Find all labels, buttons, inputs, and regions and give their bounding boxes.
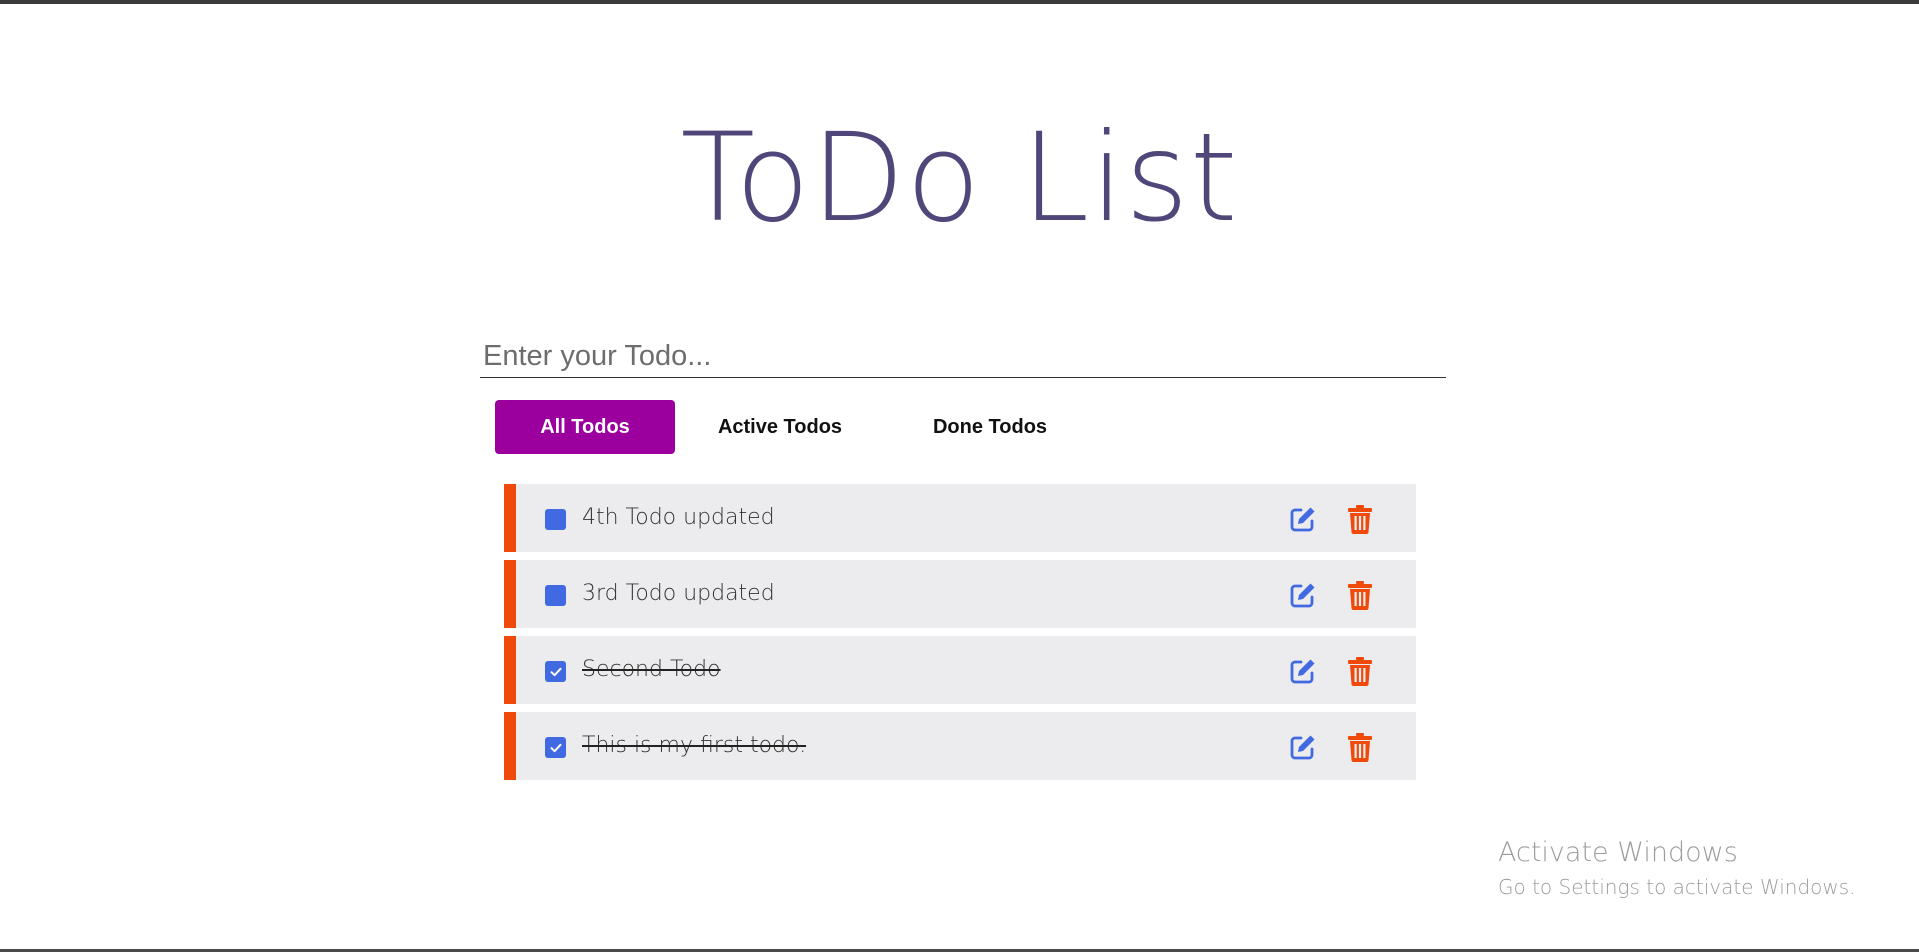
todo-text: 4th Todo updated	[582, 505, 775, 530]
edit-icon	[1290, 735, 1315, 760]
todo-checkbox[interactable]	[545, 737, 566, 758]
watermark-subtitle: Go to Settings to activate Windows.	[1498, 875, 1856, 899]
todo-text: 3rd Todo updated	[582, 581, 775, 606]
todo-text: Second Todo	[582, 657, 721, 682]
todo-accent-bar	[504, 484, 516, 552]
todo-item: Second Todo	[504, 636, 1416, 704]
todo-item: This is my first todo.	[504, 712, 1416, 780]
todo-accent-bar	[504, 560, 516, 628]
edit-icon	[1290, 507, 1315, 532]
todo-checkbox[interactable]	[545, 509, 566, 530]
tab-all-todos[interactable]: All Todos	[495, 400, 675, 454]
delete-button[interactable]	[1347, 580, 1373, 610]
delete-button[interactable]	[1347, 504, 1373, 534]
todo-item: 3rd Todo updated	[504, 560, 1416, 628]
edit-button[interactable]	[1288, 580, 1318, 610]
window-top-border	[0, 0, 1919, 4]
edit-button[interactable]	[1288, 732, 1318, 762]
check-icon	[550, 743, 561, 752]
trash-icon	[1348, 581, 1372, 610]
edit-icon	[1290, 583, 1315, 608]
tab-done-todos[interactable]: Done Todos	[885, 400, 1095, 454]
page-title: ToDo List	[680, 107, 1239, 249]
filter-tabs: All Todos Active Todos Done Todos	[495, 400, 1095, 454]
tab-active-todos[interactable]: Active Todos	[675, 400, 885, 454]
trash-icon	[1348, 505, 1372, 534]
watermark-title: Activate Windows	[1498, 837, 1738, 868]
edit-button[interactable]	[1288, 504, 1318, 534]
activate-windows-watermark: Activate Windows Go to Settings to activ…	[1498, 834, 1856, 902]
trash-icon	[1348, 733, 1372, 762]
check-icon	[550, 667, 561, 676]
delete-button[interactable]	[1347, 656, 1373, 686]
todo-checkbox[interactable]	[545, 585, 566, 606]
todo-text: This is my first todo.	[582, 733, 807, 758]
trash-icon	[1348, 657, 1372, 686]
todo-checkbox[interactable]	[545, 661, 566, 682]
todo-input[interactable]	[480, 336, 1446, 378]
delete-button[interactable]	[1347, 732, 1373, 762]
todo-accent-bar	[504, 712, 516, 780]
todo-list: 4th Todo updated 3rd Todo updated Second…	[504, 484, 1416, 788]
todo-accent-bar	[504, 636, 516, 704]
edit-button[interactable]	[1288, 656, 1318, 686]
edit-icon	[1290, 659, 1315, 684]
todo-item: 4th Todo updated	[504, 484, 1416, 552]
